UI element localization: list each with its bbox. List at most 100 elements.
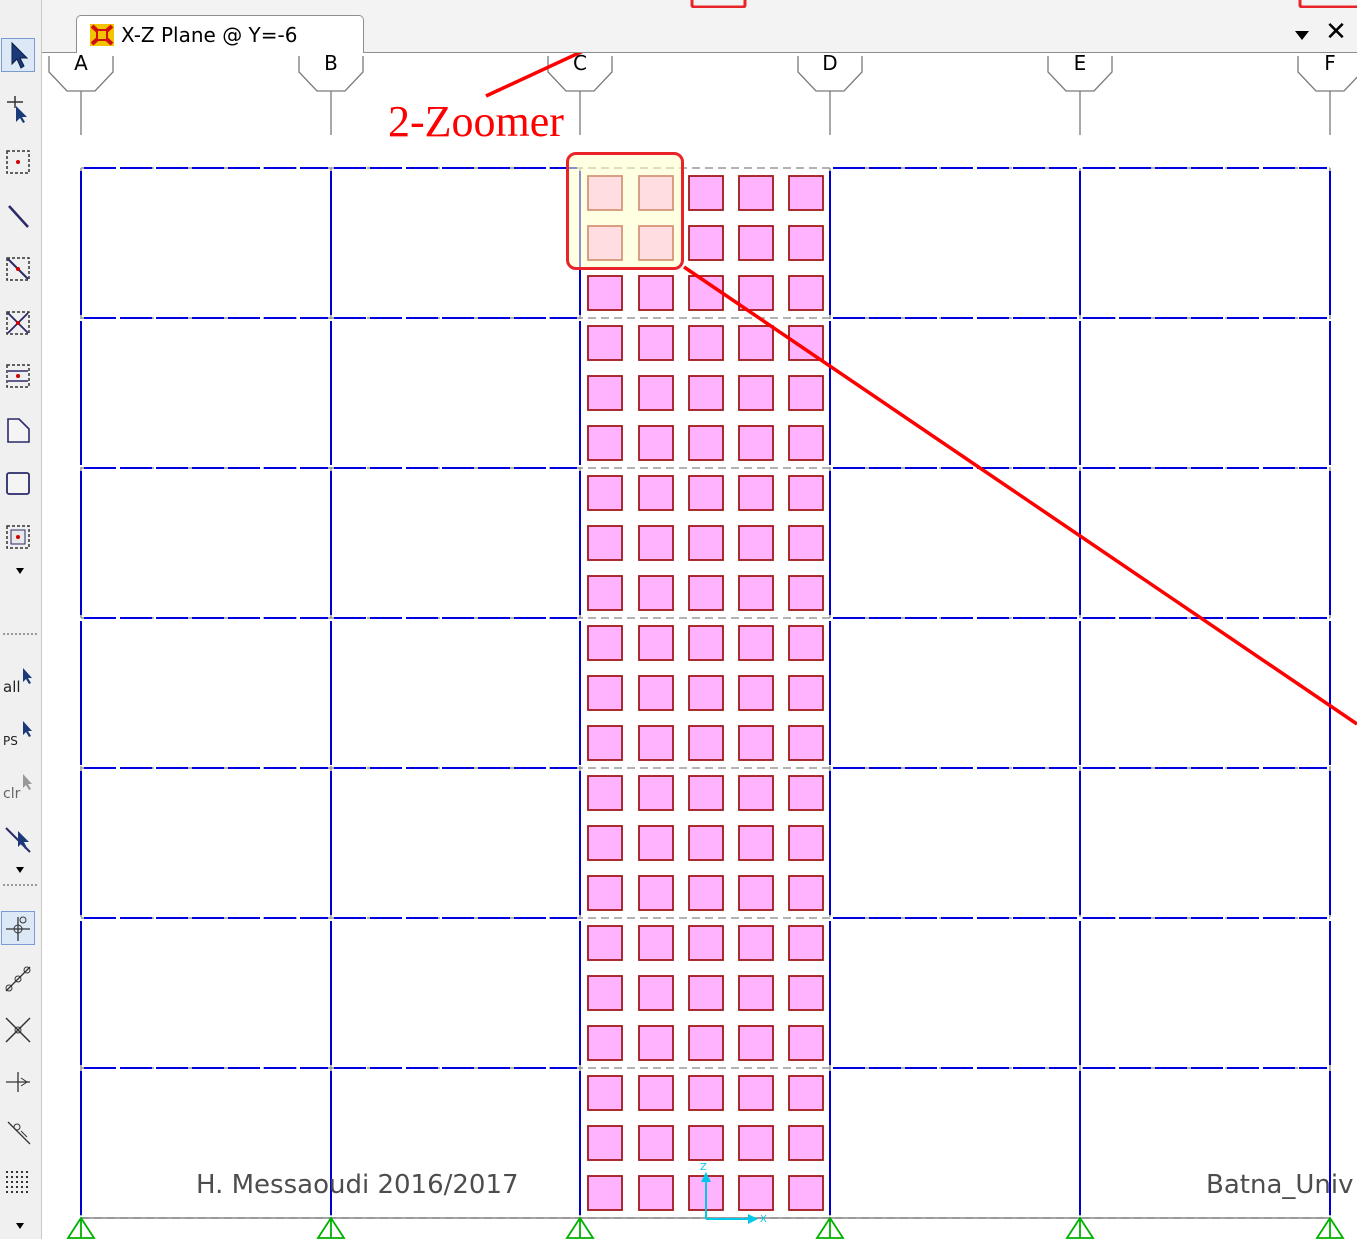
shell-element[interactable]: [688, 825, 724, 861]
window-list-dropdown[interactable]: [1294, 26, 1310, 45]
shell-element[interactable]: [788, 875, 824, 911]
shell-element[interactable]: [638, 775, 674, 811]
grid-bubble-e[interactable]: E: [1047, 53, 1113, 135]
shell-element[interactable]: [587, 725, 623, 761]
shell-element[interactable]: [638, 925, 674, 961]
pinned-support-icon[interactable]: [565, 1216, 595, 1239]
shell-element[interactable]: [587, 425, 623, 461]
shell-element[interactable]: [638, 475, 674, 511]
snap-to-intersections-button[interactable]: [1, 1013, 35, 1047]
snap-to-lines-edges-button[interactable]: [1, 1115, 35, 1149]
shell-element[interactable]: [638, 1175, 674, 1211]
shell-element[interactable]: [788, 425, 824, 461]
shell-element[interactable]: [638, 1075, 674, 1111]
shell-element[interactable]: [788, 625, 824, 661]
shell-element[interactable]: [587, 375, 623, 411]
shell-element[interactable]: [788, 1025, 824, 1061]
shell-element[interactable]: [638, 275, 674, 311]
pinned-support-icon[interactable]: [66, 1216, 96, 1239]
shell-element[interactable]: [638, 675, 674, 711]
grid-bubble-b[interactable]: B: [298, 53, 364, 135]
grid-bubble-f[interactable]: F: [1297, 53, 1357, 135]
shell-element[interactable]: [587, 775, 623, 811]
get-previous-selection-button[interactable]: PS: [1, 717, 35, 751]
shell-element[interactable]: [587, 975, 623, 1011]
shell-element[interactable]: [587, 325, 623, 361]
shell-element[interactable]: [788, 775, 824, 811]
model-view-canvas[interactable]: A B C D E FZX: [42, 53, 1357, 1239]
shell-element[interactable]: [688, 175, 724, 211]
snap-to-perpendicular-button[interactable]: [1, 1064, 35, 1098]
shell-element[interactable]: [738, 575, 774, 611]
shell-element[interactable]: [587, 625, 623, 661]
shell-element[interactable]: [638, 625, 674, 661]
shell-element[interactable]: [738, 775, 774, 811]
shell-element[interactable]: [738, 475, 774, 511]
shell-element[interactable]: [638, 525, 674, 561]
shell-element[interactable]: [638, 575, 674, 611]
draw-frame-button[interactable]: [1, 199, 35, 233]
shell-element[interactable]: [688, 925, 724, 961]
snap-tools-more-dropdown[interactable]: [14, 1221, 26, 1231]
shell-element[interactable]: [688, 525, 724, 561]
shell-element[interactable]: [788, 975, 824, 1011]
shell-element[interactable]: [788, 525, 824, 561]
shell-element[interactable]: [788, 825, 824, 861]
draw-joint-button[interactable]: [1, 145, 35, 179]
grid-bubble-d[interactable]: D: [797, 53, 863, 135]
shell-element[interactable]: [788, 275, 824, 311]
shell-element[interactable]: [688, 975, 724, 1011]
shell-element[interactable]: [738, 325, 774, 361]
shell-element[interactable]: [587, 825, 623, 861]
shell-element[interactable]: [688, 675, 724, 711]
shell-element[interactable]: [638, 425, 674, 461]
draw-poly-area-button[interactable]: [1, 413, 35, 447]
grid-bubble-a[interactable]: A: [48, 53, 114, 135]
pinned-support-icon[interactable]: [1065, 1216, 1095, 1239]
shell-element[interactable]: [738, 225, 774, 261]
shell-element[interactable]: [738, 725, 774, 761]
shell-element[interactable]: [587, 925, 623, 961]
shell-element[interactable]: [788, 475, 824, 511]
shell-element[interactable]: [587, 1175, 623, 1211]
shell-element[interactable]: [738, 275, 774, 311]
shell-element[interactable]: [688, 475, 724, 511]
pinned-support-icon[interactable]: [815, 1216, 845, 1239]
select-all-button[interactable]: all: [1, 664, 35, 698]
quick-draw-braces-button[interactable]: [1, 306, 35, 340]
shell-element[interactable]: [587, 1125, 623, 1161]
shell-element[interactable]: [688, 575, 724, 611]
shell-element[interactable]: [587, 575, 623, 611]
draw-tools-more-dropdown[interactable]: [14, 566, 26, 576]
draw-rectangular-area-button[interactable]: [1, 466, 35, 500]
snap-to-points-button[interactable]: [1, 911, 35, 945]
shell-element[interactable]: [738, 675, 774, 711]
snap-fine-grid-button[interactable]: [1, 1166, 35, 1200]
shell-element[interactable]: [738, 825, 774, 861]
shell-element[interactable]: [587, 675, 623, 711]
shell-element[interactable]: [788, 1175, 824, 1211]
quick-draw-secondary-beams-button[interactable]: [1, 359, 35, 393]
pinned-support-icon[interactable]: [1315, 1216, 1345, 1239]
shell-element[interactable]: [688, 375, 724, 411]
shell-element[interactable]: [738, 925, 774, 961]
shell-element[interactable]: [738, 1175, 774, 1211]
shell-element[interactable]: [688, 1075, 724, 1111]
intersecting-line-select-button[interactable]: [1, 823, 35, 857]
shell-element[interactable]: [738, 175, 774, 211]
shell-element[interactable]: [738, 875, 774, 911]
shell-element[interactable]: [688, 875, 724, 911]
shell-element[interactable]: [788, 1075, 824, 1111]
shell-element[interactable]: [738, 1075, 774, 1111]
shell-element[interactable]: [788, 225, 824, 261]
shell-element[interactable]: [638, 1025, 674, 1061]
shell-element[interactable]: [638, 1125, 674, 1161]
shell-element[interactable]: [788, 1125, 824, 1161]
clear-selection-button[interactable]: clr: [1, 770, 35, 804]
shell-element[interactable]: [738, 625, 774, 661]
shell-element[interactable]: [688, 725, 724, 761]
shell-element[interactable]: [688, 1025, 724, 1061]
shell-element[interactable]: [587, 1075, 623, 1111]
shell-element[interactable]: [738, 525, 774, 561]
shell-element[interactable]: [738, 425, 774, 461]
